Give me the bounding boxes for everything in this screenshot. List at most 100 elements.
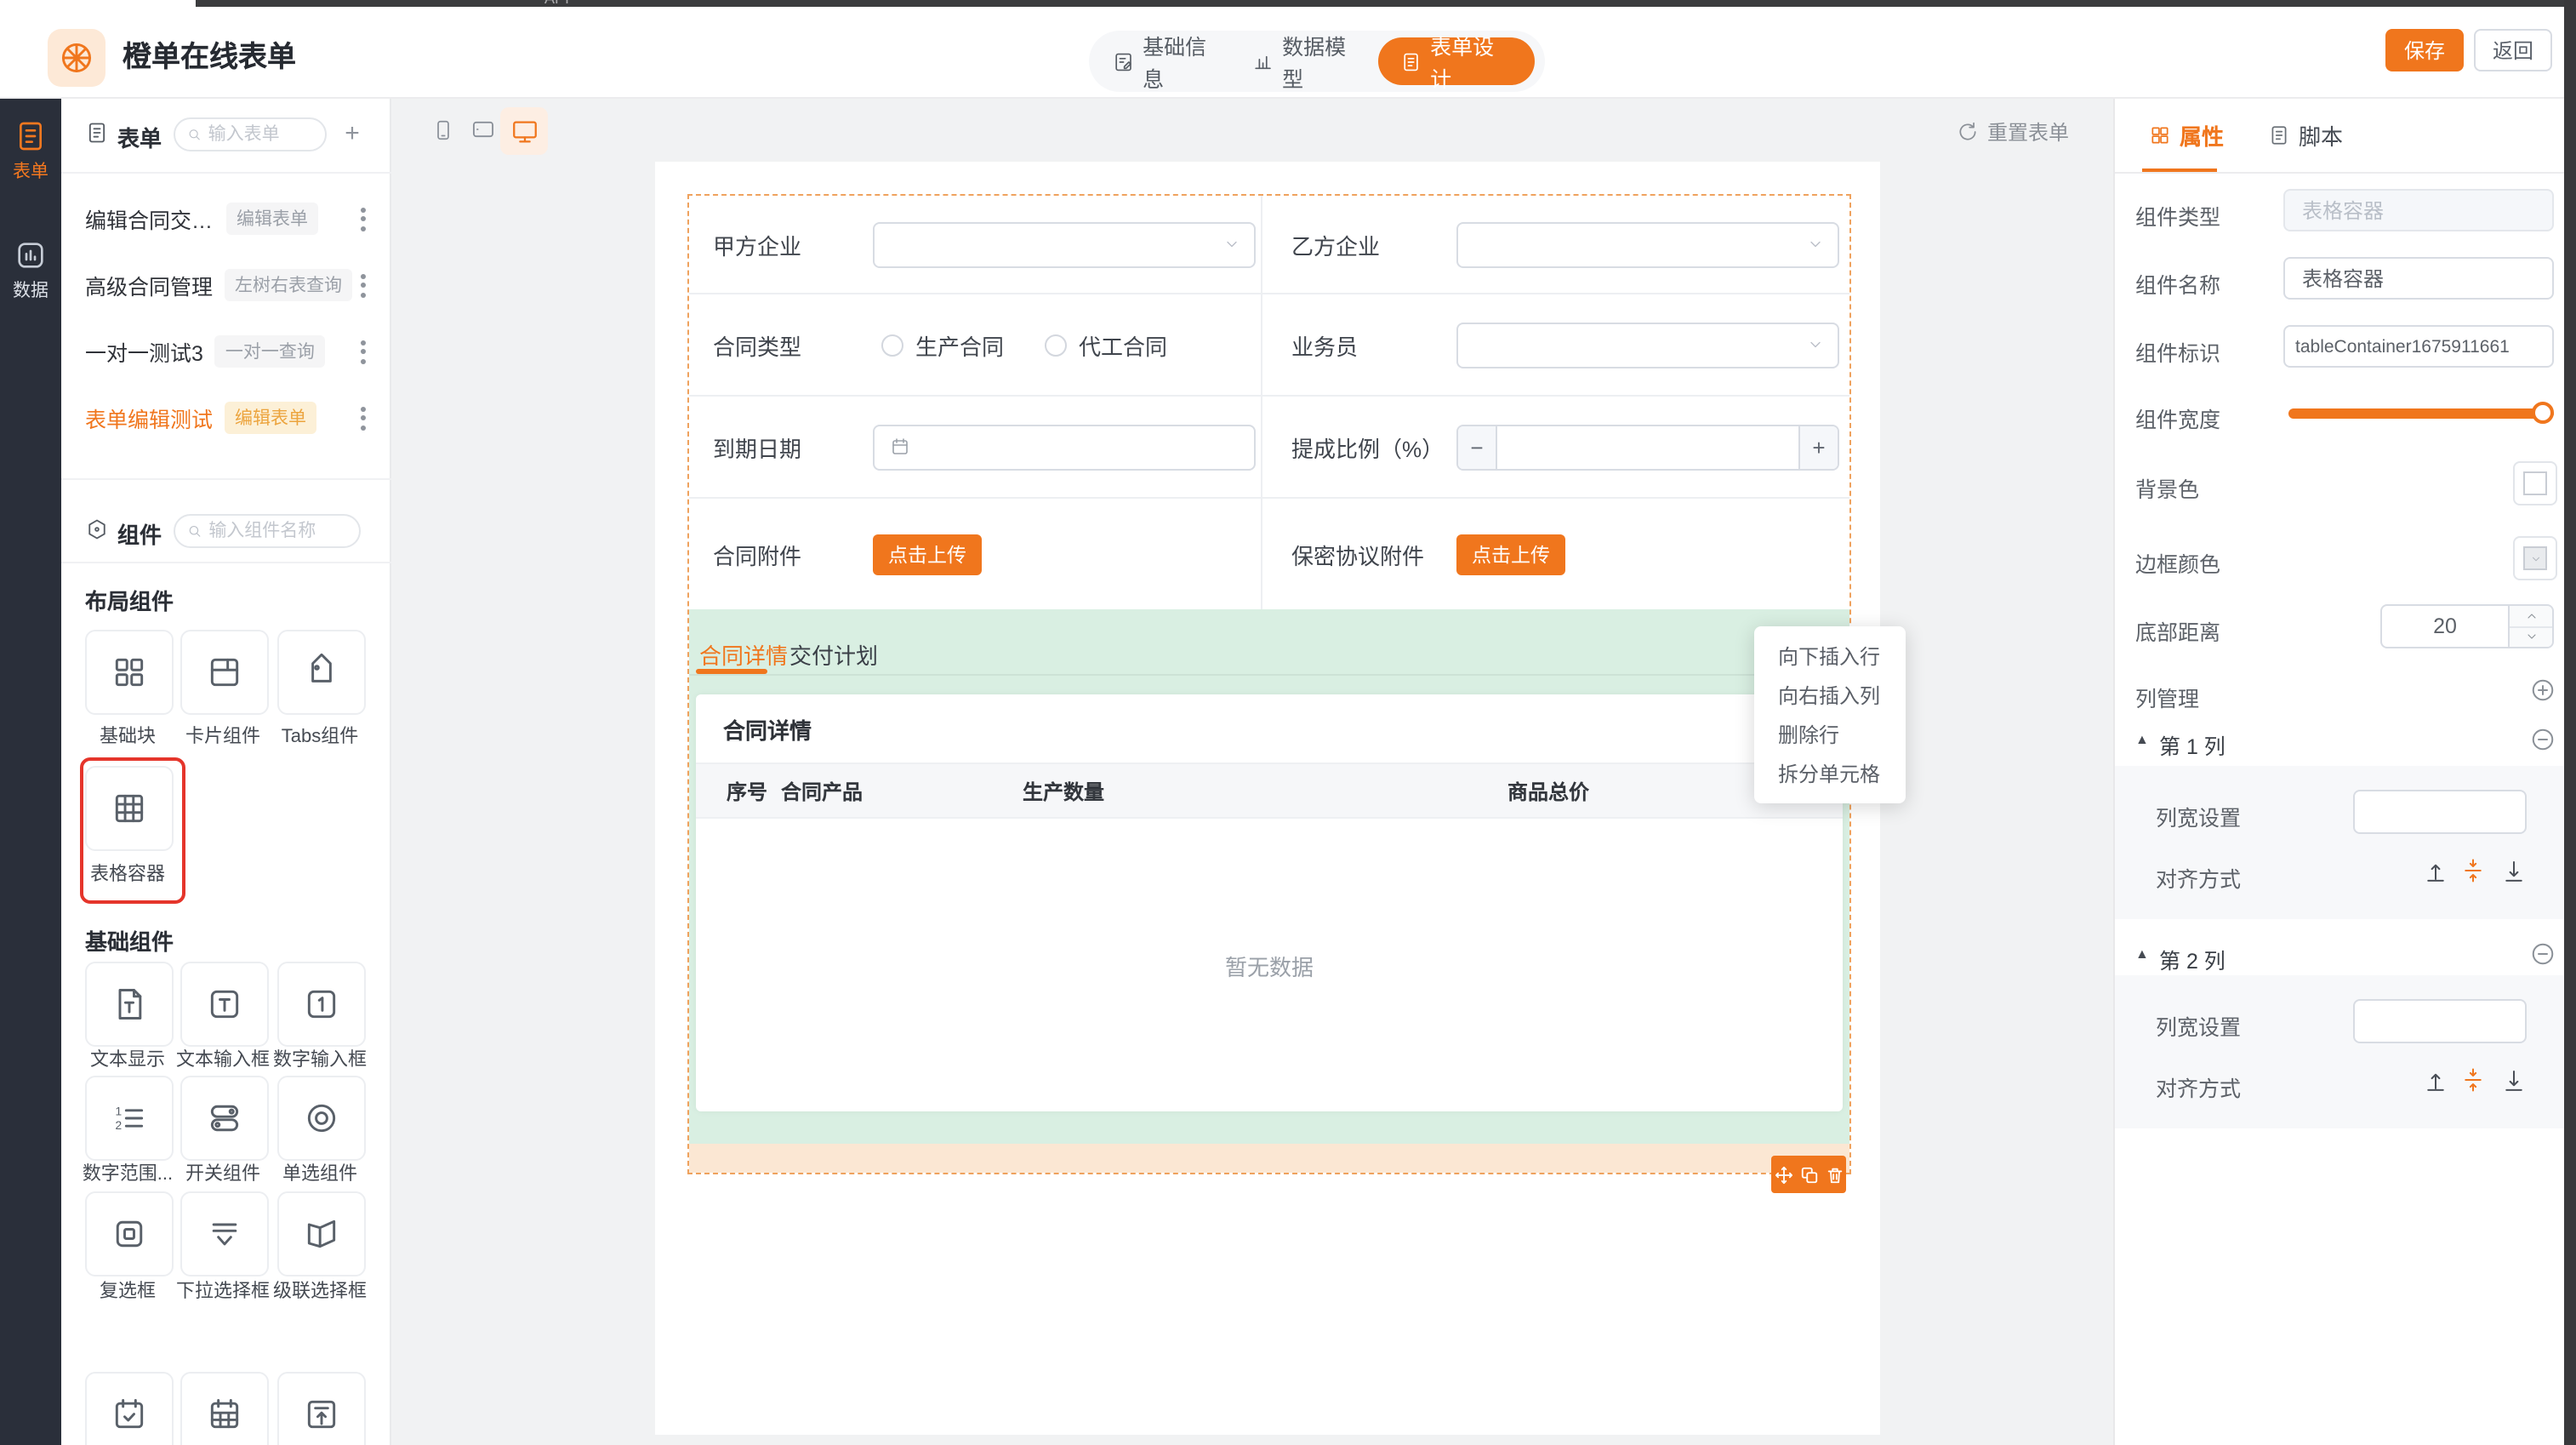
remove-column-icon[interactable] <box>2530 941 2556 967</box>
component-card-number-input[interactable] <box>277 962 366 1047</box>
party-a-select[interactable] <box>873 221 1256 267</box>
align-top-icon[interactable] <box>2423 858 2448 883</box>
trash-icon[interactable] <box>1825 1165 1844 1184</box>
kebab-menu-icon[interactable] <box>356 334 371 368</box>
due-date-input[interactable] <box>873 424 1256 470</box>
component-card-upload[interactable] <box>277 1372 366 1445</box>
property-label: 列管理 <box>2135 681 2199 713</box>
component-id-input[interactable] <box>2283 325 2554 368</box>
component-card-tabs[interactable] <box>277 630 366 715</box>
components-panel-title: 组件 <box>117 517 162 550</box>
component-card-date-picker[interactable] <box>85 1372 174 1445</box>
column-section-title[interactable]: 第 2 列 <box>2159 943 2226 975</box>
component-label: 文本显示 <box>75 1045 180 1072</box>
add-form-button[interactable]: + <box>337 117 368 148</box>
spinner-up-button[interactable] <box>2510 606 2552 627</box>
form-list-item[interactable]: 高级合同管理 左树右表查询 <box>61 252 391 318</box>
align-center-icon[interactable] <box>2460 1067 2486 1093</box>
form-list-item-active[interactable]: 表单编辑测试 编辑表单 <box>61 385 391 451</box>
table-grid-icon <box>206 1396 243 1433</box>
radio-label[interactable]: 代工合同 <box>1079 328 1167 361</box>
component-card-dropdown[interactable] <box>180 1191 269 1277</box>
menu-item-split-cell[interactable]: 拆分单元格 <box>1754 754 1906 793</box>
column-section-title[interactable]: 第 1 列 <box>2159 728 2226 761</box>
component-card-table-container[interactable] <box>85 766 174 851</box>
radio-label[interactable]: 生产合同 <box>915 328 1004 361</box>
align-center-icon[interactable] <box>2460 858 2486 883</box>
component-type-input <box>2283 189 2554 231</box>
tab-basic-info[interactable]: 基础信息 <box>1099 29 1239 94</box>
form-list-item[interactable]: 编辑合同交付... 编辑表单 <box>61 186 391 252</box>
width-slider-track[interactable] <box>2288 408 2554 419</box>
menu-item-insert-row-below[interactable]: 向下插入行 <box>1754 637 1906 676</box>
app-logo <box>48 29 105 87</box>
move-icon[interactable] <box>1774 1165 1792 1184</box>
column-width-input[interactable] <box>2353 790 2527 834</box>
component-card-radio[interactable] <box>277 1076 366 1161</box>
save-button[interactable]: 保存 <box>2385 29 2464 71</box>
component-card-checkbox[interactable] <box>85 1191 174 1277</box>
remove-column-icon[interactable] <box>2530 727 2556 752</box>
component-card-card[interactable] <box>180 630 269 715</box>
collapse-triangle-icon[interactable]: ▲ <box>2135 732 2149 747</box>
tab-script[interactable]: 脚本 <box>2268 119 2343 151</box>
component-label: 卡片组件 <box>170 722 276 749</box>
upload-contract-button[interactable]: 点击上传 <box>873 534 982 574</box>
form-row: 合同附件 点击上传 保密协议附件 点击上传 <box>689 499 1849 609</box>
menu-item-delete-row[interactable]: 删除行 <box>1754 715 1906 754</box>
align-bottom-icon[interactable] <box>2501 1067 2527 1093</box>
radio-oem-contract[interactable] <box>1045 334 1067 356</box>
component-card-grid-table[interactable] <box>180 1372 269 1445</box>
tab-data-model[interactable]: 数据模型 <box>1239 29 1378 94</box>
sidebar-item-data[interactable]: 数据 <box>0 238 61 303</box>
field-label: 甲方企业 <box>713 228 801 260</box>
align-top-icon[interactable] <box>2423 1067 2448 1093</box>
component-card-cascade[interactable] <box>277 1191 366 1277</box>
bottom-margin-value[interactable]: 20 <box>2382 606 2508 647</box>
commission-number-input[interactable]: − + <box>1456 424 1839 470</box>
component-card-switch[interactable] <box>180 1076 269 1161</box>
upload-nda-button[interactable]: 点击上传 <box>1456 534 1565 574</box>
background-color-swatch[interactable] <box>2513 461 2557 505</box>
sidebar-item-forms[interactable]: 表单 <box>0 119 61 184</box>
table-container-component[interactable]: 甲方企业 乙方企业 合同类型 生产合同 代工合同 业务员 <box>687 194 1851 1174</box>
device-phone-button[interactable] <box>424 107 461 151</box>
back-button[interactable]: 返回 <box>2474 29 2552 71</box>
components-search-input[interactable] <box>208 521 347 541</box>
spinner-down-button[interactable] <box>2510 627 2552 647</box>
tab-form-design[interactable]: 表单设计 <box>1378 37 1535 85</box>
kebab-menu-icon[interactable] <box>356 202 371 236</box>
properties-panel: 属性 脚本 组件类型 组件名称 组件标识 组件宽度 背景色 边框颜色 <box>2113 99 2564 1445</box>
component-card-number-range[interactable]: 12 <box>85 1076 174 1161</box>
property-label: 组件类型 <box>2135 199 2220 231</box>
device-tablet-button[interactable] <box>463 111 504 148</box>
component-card-text-input[interactable] <box>180 962 269 1047</box>
stepper-minus-button[interactable]: − <box>1458 426 1497 468</box>
component-action-toolbar <box>1771 1156 1846 1193</box>
tab-delivery-plan[interactable]: 交付计划 <box>789 638 878 671</box>
party-b-select[interactable] <box>1456 221 1839 267</box>
copy-icon[interactable] <box>1799 1165 1818 1184</box>
collapse-triangle-icon[interactable]: ▲ <box>2135 946 2149 962</box>
radio-production-contract[interactable] <box>881 334 903 356</box>
selected-table-area[interactable]: 合同详情 交付计划 合同详情 序号 合同产品 生产数量 商品总价 暂无数据 <box>689 609 1849 1144</box>
device-desktop-button[interactable] <box>500 107 548 155</box>
component-name-input[interactable] <box>2283 257 2554 300</box>
tab-contract-detail[interactable]: 合同详情 <box>699 638 788 671</box>
kebab-menu-icon[interactable] <box>356 401 371 435</box>
align-bottom-icon[interactable] <box>2501 858 2527 883</box>
add-column-icon[interactable] <box>2530 677 2556 703</box>
component-card-text-display[interactable] <box>85 962 174 1047</box>
kebab-menu-icon[interactable] <box>356 268 371 302</box>
column-width-input[interactable] <box>2353 999 2527 1043</box>
reset-form-button[interactable]: 重置表单 <box>1957 117 2069 146</box>
form-list-item[interactable]: 一对一测试3 一对一查询 <box>61 318 391 385</box>
width-slider-handle[interactable] <box>2532 402 2554 424</box>
tab-properties[interactable]: 属性 <box>2149 119 2224 151</box>
salesperson-select[interactable] <box>1456 322 1839 368</box>
forms-search-input[interactable] <box>208 124 313 145</box>
stepper-plus-button[interactable]: + <box>1798 426 1838 468</box>
component-card-basic-block[interactable] <box>85 630 174 715</box>
menu-item-insert-column-right[interactable]: 向右插入列 <box>1754 676 1906 715</box>
border-color-swatch[interactable] <box>2513 536 2557 580</box>
